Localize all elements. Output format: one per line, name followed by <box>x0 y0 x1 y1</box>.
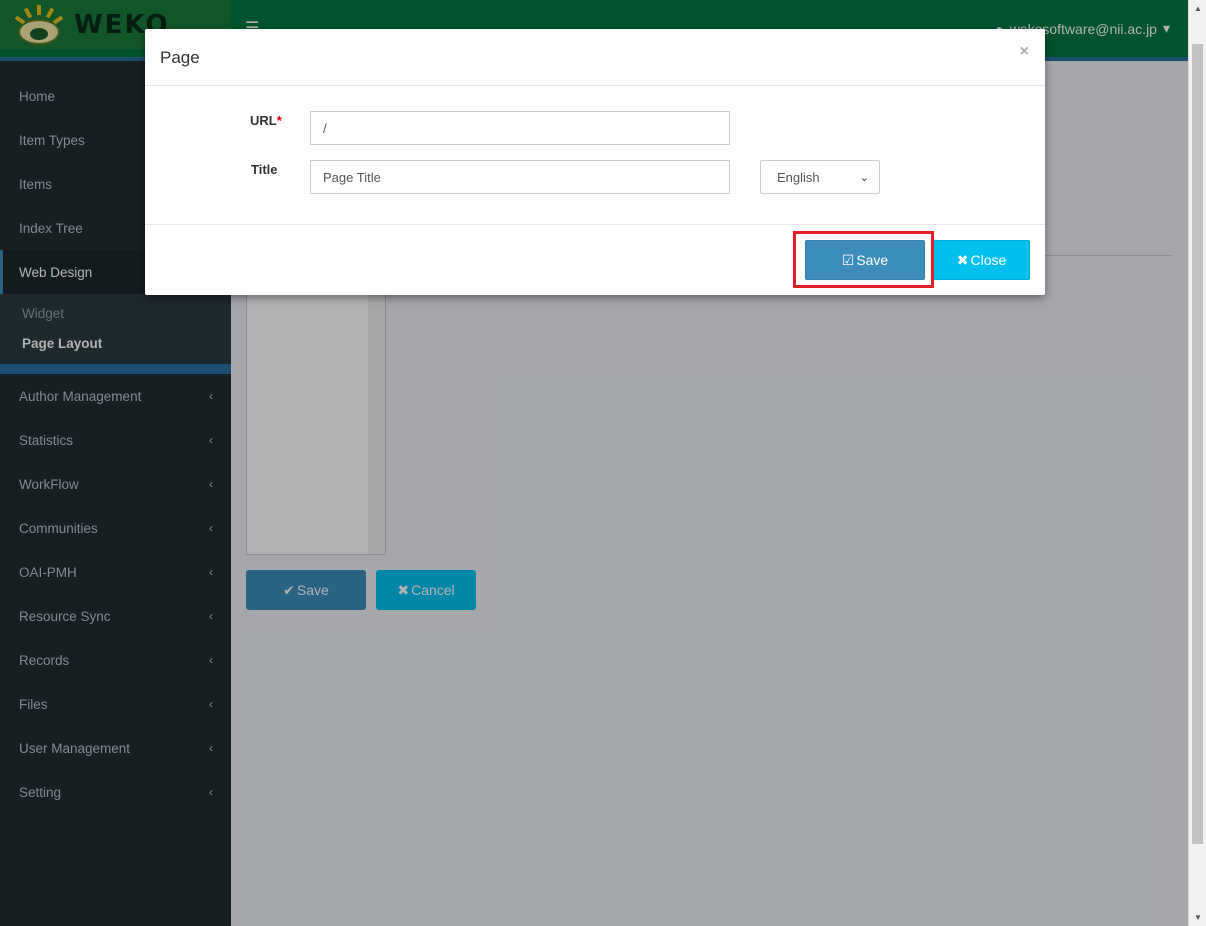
scroll-down-arrow-icon[interactable]: ▼ <box>1194 913 1202 922</box>
title-label: Title <box>251 162 278 177</box>
title-input-placeholder: Page Title <box>323 169 381 185</box>
modal-header: Page × <box>145 29 1045 86</box>
url-input[interactable]: / <box>310 111 730 145</box>
chevron-down-icon: ⌄ <box>859 171 869 184</box>
scroll-up-arrow-icon[interactable]: ▲ <box>1194 4 1202 13</box>
page-modal: Page × URL* / Title Page Title English ⌄… <box>145 29 1045 295</box>
save-highlight-box <box>793 231 934 288</box>
modal-close-label: Close <box>970 252 1007 268</box>
title-input[interactable]: Page Title <box>310 160 730 194</box>
modal-close-icon[interactable]: × <box>1020 43 1029 61</box>
modal-close-button[interactable]: ✖ Close <box>933 240 1030 280</box>
scrollbar-thumb[interactable] <box>1192 44 1203 844</box>
modal-body: URL* / Title Page Title English ⌄ <box>145 86 1045 225</box>
required-mark: * <box>276 113 282 128</box>
language-select-value: English <box>777 169 820 185</box>
page-scrollbar[interactable]: ▲ ▼ <box>1188 0 1206 926</box>
url-input-value: / <box>323 120 327 136</box>
url-label: URL* <box>250 113 282 128</box>
url-label-text: URL <box>250 113 277 128</box>
x-icon: ✖ <box>956 251 969 268</box>
language-select[interactable]: English ⌄ <box>760 160 880 194</box>
modal-title: Page <box>160 48 200 67</box>
